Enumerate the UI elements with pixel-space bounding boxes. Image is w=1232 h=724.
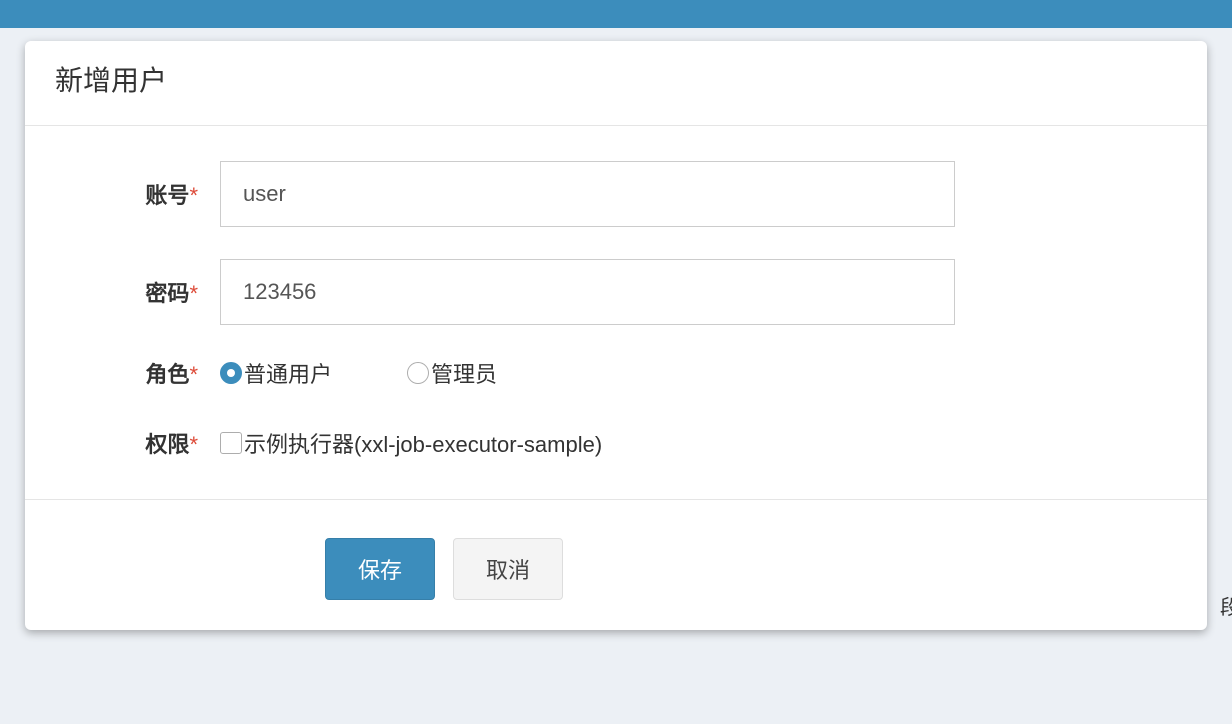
radio-icon-checked bbox=[220, 362, 242, 384]
account-input[interactable] bbox=[220, 161, 955, 227]
password-label: 密码* bbox=[75, 276, 220, 308]
role-radio-group: 普通用户 管理员 bbox=[220, 357, 497, 389]
role-field-group: 角色* 普通用户 管理员 bbox=[75, 357, 1157, 389]
permission-checkbox-item[interactable]: 示例执行器(xxl-job-executor-sample) bbox=[220, 427, 602, 459]
role-radio-admin[interactable]: 管理员 bbox=[407, 357, 497, 389]
radio-icon-unchecked bbox=[407, 362, 429, 384]
role-label: 角色* bbox=[75, 357, 220, 389]
cancel-button[interactable]: 取消 bbox=[453, 538, 563, 600]
role-radio-normal[interactable]: 普通用户 bbox=[220, 357, 332, 389]
permission-label: 权限* bbox=[75, 427, 220, 459]
modal-title: 新增用户 bbox=[55, 59, 1177, 99]
add-user-modal: 新增用户 账号* 密码* 角色* bbox=[25, 41, 1207, 630]
modal-body: 账号* 密码* 角色* 普通用户 bbox=[25, 126, 1207, 499]
account-field-group: 账号* bbox=[75, 161, 1157, 227]
password-field-group: 密码* bbox=[75, 259, 1157, 325]
modal-footer: 保存 取消 bbox=[25, 499, 1207, 630]
modal-backdrop: 新增用户 账号* 密码* 角色* bbox=[0, 41, 1232, 630]
account-label: 账号* bbox=[75, 178, 220, 210]
password-input[interactable] bbox=[220, 259, 955, 325]
background-partial-text: 段 bbox=[1220, 591, 1232, 620]
permission-field-group: 权限* 示例执行器(xxl-job-executor-sample) bbox=[75, 427, 1157, 459]
checkbox-icon bbox=[220, 432, 242, 454]
modal-header: 新增用户 bbox=[25, 41, 1207, 126]
save-button[interactable]: 保存 bbox=[325, 538, 435, 600]
top-bar bbox=[0, 0, 1232, 28]
